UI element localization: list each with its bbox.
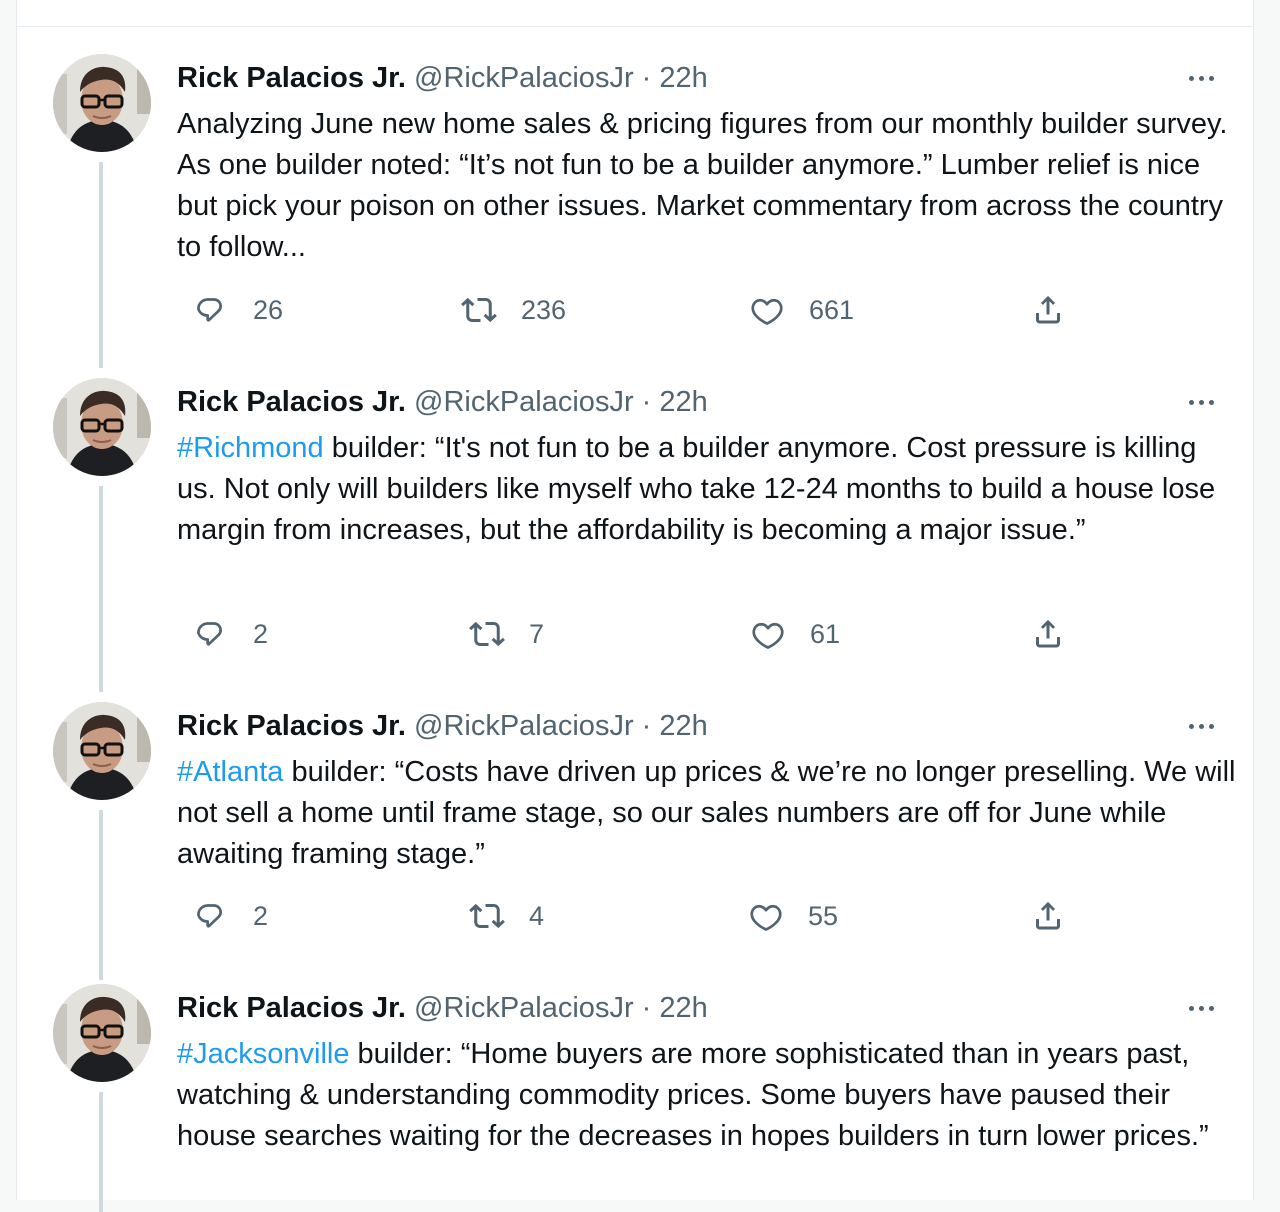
heart-icon bbox=[748, 898, 784, 934]
avatar-photo-icon bbox=[53, 984, 151, 1082]
author-handle[interactable]: @RickPalaciosJr bbox=[414, 992, 634, 1024]
reply-icon bbox=[193, 292, 229, 328]
retweet-count: 236 bbox=[521, 294, 567, 325]
more-options-button[interactable] bbox=[1181, 384, 1221, 420]
author-name[interactable]: Rick Palacios Jr. bbox=[177, 62, 406, 94]
separator-dot: · bbox=[641, 992, 652, 1024]
tweet-text: Analyzing June new home sales & pricing … bbox=[177, 104, 1237, 268]
share-icon bbox=[1030, 898, 1066, 934]
tweet-header: Rick Palacios Jr. @RickPalaciosJr · 22h bbox=[177, 708, 708, 744]
avatar[interactable] bbox=[53, 54, 151, 152]
more-icon bbox=[1188, 75, 1194, 81]
reply-icon bbox=[193, 616, 229, 652]
author-handle[interactable]: @RickPalaciosJr bbox=[414, 62, 634, 94]
author-name[interactable]: Rick Palacios Jr. bbox=[177, 386, 406, 418]
thread-connector-line bbox=[99, 810, 103, 980]
tweet-time[interactable]: 22h bbox=[659, 992, 707, 1024]
tweet-text: #Jacksonville builder: “Home buyers are … bbox=[177, 1034, 1237, 1157]
avatar[interactable] bbox=[53, 378, 151, 476]
more-icon-dot bbox=[1198, 399, 1204, 405]
author-name[interactable]: Rick Palacios Jr. bbox=[177, 992, 406, 1024]
reply-button[interactable]: 2 bbox=[193, 614, 268, 654]
tweet-header: Rick Palacios Jr. @RickPalaciosJr · 22h bbox=[177, 990, 708, 1026]
tweet-time[interactable]: 22h bbox=[659, 386, 707, 418]
share-button[interactable] bbox=[1030, 896, 1090, 936]
top-divider bbox=[17, 26, 1253, 27]
retweet-button[interactable]: 7 bbox=[469, 614, 544, 654]
avatar-photo-icon bbox=[53, 378, 151, 476]
author-name[interactable]: Rick Palacios Jr. bbox=[177, 710, 406, 742]
more-options-button[interactable] bbox=[1181, 990, 1221, 1026]
hashtag-link[interactable]: #Richmond bbox=[177, 432, 324, 464]
tweet-time[interactable]: 22h bbox=[659, 710, 707, 742]
retweet-count: 7 bbox=[529, 618, 545, 649]
tweet-body: builder: “Costs have driven up prices & … bbox=[177, 756, 1236, 870]
more-icon-dot bbox=[1198, 75, 1204, 81]
like-button[interactable]: 661 bbox=[749, 290, 854, 330]
tweet-text: #Richmond builder: “It's not fun to be a… bbox=[177, 428, 1237, 551]
like-count: 55 bbox=[808, 900, 839, 931]
share-icon bbox=[1030, 292, 1066, 328]
tweet-actions: 2 4 55 bbox=[177, 896, 1077, 936]
separator-dot: · bbox=[641, 710, 652, 742]
retweet-count: 4 bbox=[529, 900, 545, 931]
more-icon-dot bbox=[1208, 75, 1214, 81]
separator-dot: · bbox=[641, 62, 652, 94]
more-icon-dot bbox=[1198, 1005, 1204, 1011]
like-button[interactable]: 55 bbox=[748, 896, 838, 936]
avatar[interactable] bbox=[53, 702, 151, 800]
retweet-button[interactable]: 4 bbox=[469, 896, 544, 936]
avatar-photo-icon bbox=[53, 54, 151, 152]
author-handle[interactable]: @RickPalaciosJr bbox=[414, 710, 634, 742]
retweet-icon bbox=[461, 292, 497, 328]
reply-icon bbox=[193, 898, 229, 934]
tweet-time[interactable]: 22h bbox=[659, 62, 707, 94]
separator-dot: · bbox=[641, 386, 652, 418]
reply-count: 2 bbox=[253, 900, 269, 931]
more-icon-dot bbox=[1208, 1005, 1214, 1011]
avatar[interactable] bbox=[53, 984, 151, 1082]
reply-button[interactable]: 26 bbox=[193, 290, 283, 330]
share-button[interactable] bbox=[1030, 290, 1090, 330]
more-icon bbox=[1188, 399, 1194, 405]
more-icon-dot bbox=[1208, 399, 1214, 405]
more-icon bbox=[1188, 723, 1194, 729]
share-button[interactable] bbox=[1030, 614, 1090, 654]
retweet-icon bbox=[469, 616, 505, 652]
more-options-button[interactable] bbox=[1181, 708, 1221, 744]
more-icon bbox=[1188, 1005, 1194, 1011]
tweet-body: Analyzing June new home sales & pricing … bbox=[177, 108, 1228, 263]
thread-connector-line bbox=[99, 486, 103, 692]
thread-timeline: Rick Palacios Jr. @RickPalaciosJr · 22h … bbox=[16, 0, 1254, 1212]
reply-count: 2 bbox=[253, 618, 269, 649]
hashtag-link[interactable]: #Jacksonville bbox=[177, 1038, 349, 1070]
more-icon-dot bbox=[1198, 723, 1204, 729]
like-count: 661 bbox=[809, 294, 855, 325]
tweet-header: Rick Palacios Jr. @RickPalaciosJr · 22h bbox=[177, 384, 708, 420]
retweet-button[interactable]: 236 bbox=[461, 290, 566, 330]
reply-button[interactable]: 2 bbox=[193, 896, 268, 936]
author-handle[interactable]: @RickPalaciosJr bbox=[414, 386, 634, 418]
thread-connector-line bbox=[99, 1092, 103, 1212]
like-button[interactable]: 61 bbox=[750, 614, 840, 654]
more-icon-dot bbox=[1208, 723, 1214, 729]
heart-icon bbox=[750, 616, 786, 652]
tweet-body: builder: “It's not fun to be a builder a… bbox=[177, 432, 1216, 546]
retweet-icon bbox=[469, 898, 505, 934]
thread-connector-line bbox=[99, 162, 103, 368]
share-icon bbox=[1030, 616, 1066, 652]
tweet-text: #Atlanta builder: “Costs have driven up … bbox=[177, 752, 1237, 875]
tweet-header: Rick Palacios Jr. @RickPalaciosJr · 22h bbox=[177, 60, 708, 96]
avatar-photo-icon bbox=[53, 702, 151, 800]
more-options-button[interactable] bbox=[1181, 60, 1221, 96]
reply-count: 26 bbox=[253, 294, 284, 325]
heart-icon bbox=[749, 292, 785, 328]
tweet-actions: 26 236 661 bbox=[177, 290, 1077, 330]
tweet-actions: 2 7 61 bbox=[177, 614, 1077, 654]
hashtag-link[interactable]: #Atlanta bbox=[177, 756, 283, 788]
like-count: 61 bbox=[810, 618, 841, 649]
